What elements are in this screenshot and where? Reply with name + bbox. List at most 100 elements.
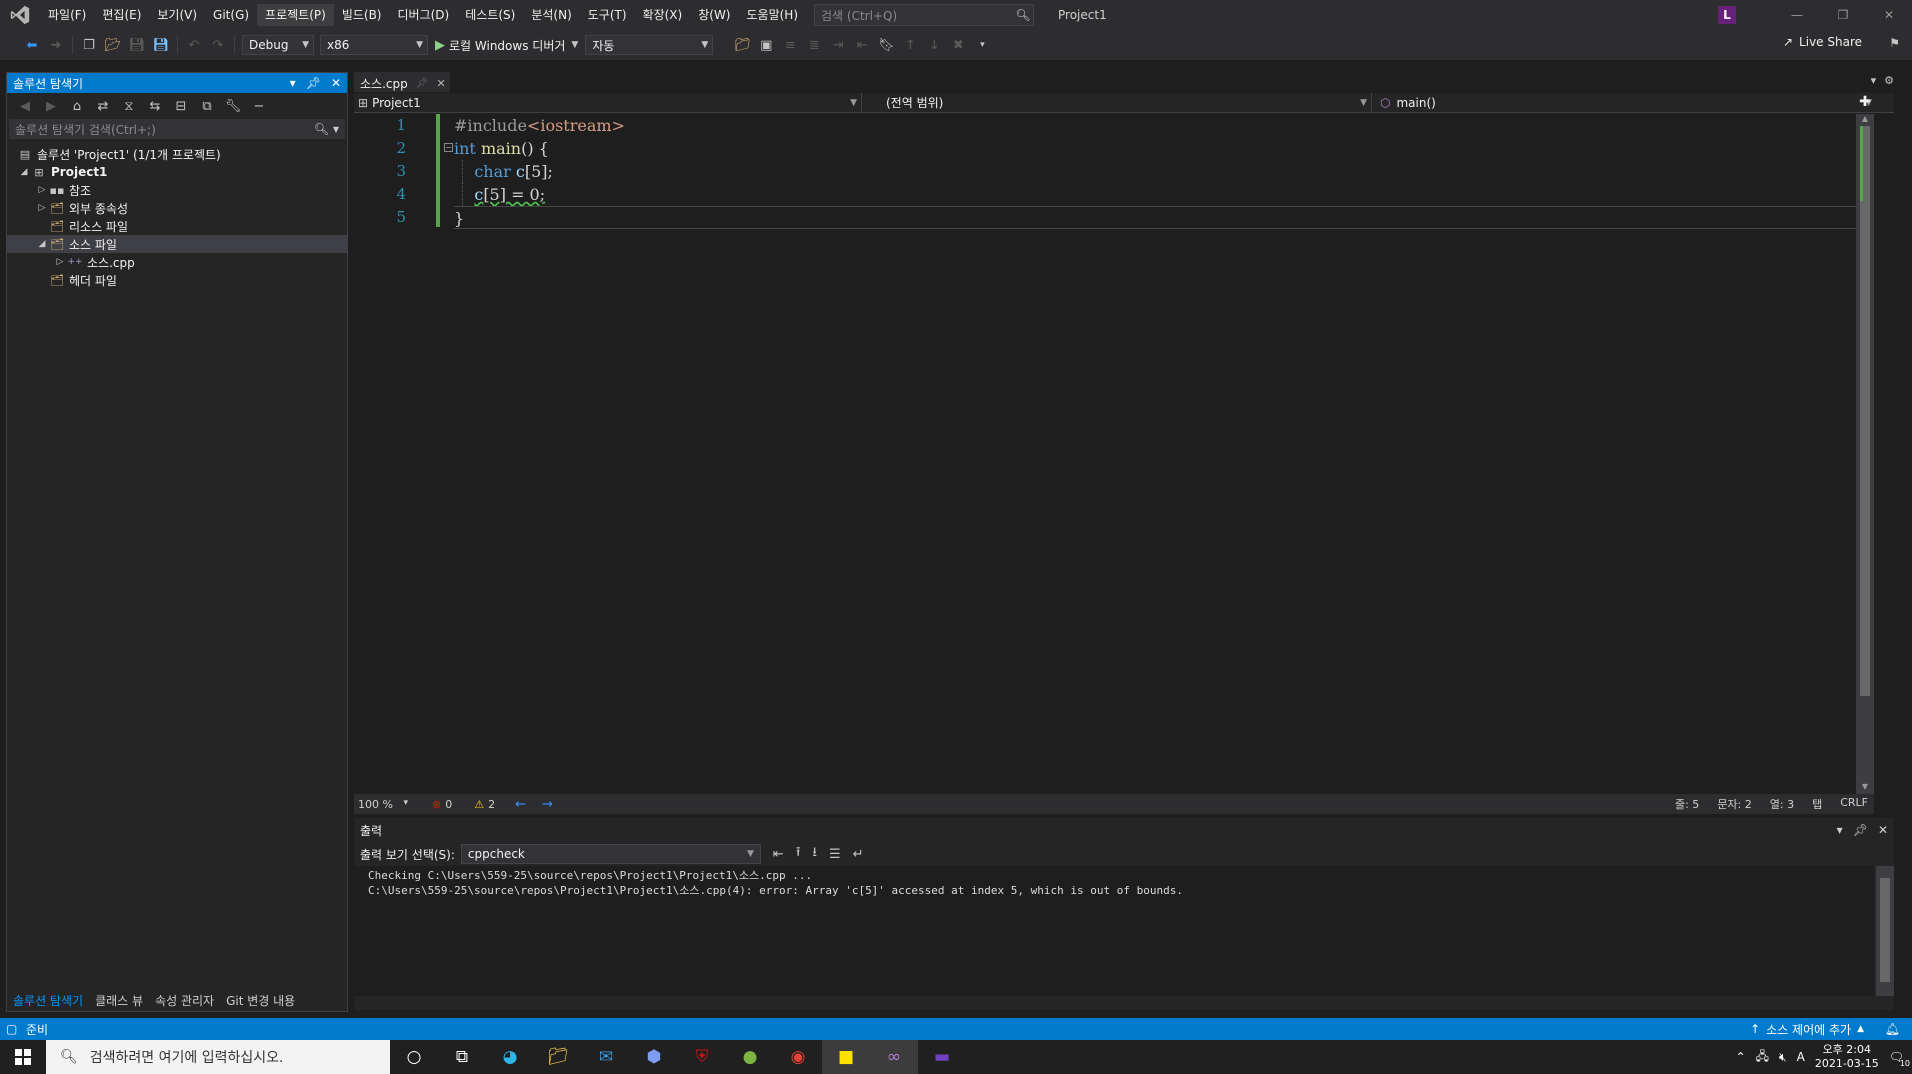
project-nav-select[interactable]: ⊞ Project1 ▼ (354, 92, 862, 113)
tab-list-dropdown-icon[interactable]: ▾ (1871, 74, 1877, 87)
menu-extensions[interactable]: 확장(X) (635, 4, 691, 26)
collapse-outline-icon[interactable]: − (444, 143, 453, 152)
terminal-icon[interactable]: ▬ (918, 1040, 966, 1074)
pin-icon[interactable]: 📌︎ (1853, 823, 1868, 837)
window-position-icon[interactable]: ▾ (290, 76, 296, 90)
input-method-indicator[interactable]: A (1797, 1050, 1805, 1064)
switch-views-icon[interactable]: ⇄ (93, 96, 113, 116)
error-count[interactable]: 0 (445, 798, 452, 811)
member-nav-select[interactable]: ⬡ main() ▼ (1372, 93, 1876, 113)
scrollbar-thumb[interactable] (1860, 126, 1870, 696)
cortana-icon[interactable]: ○ (390, 1040, 438, 1074)
menu-project[interactable]: 프로젝트(P) (257, 4, 334, 26)
find-message-in-code-icon[interactable]: ⇤ (773, 847, 784, 862)
go-to-previous-message-icon[interactable]: ⭱ (796, 843, 801, 865)
folder-icon[interactable]: 📁︎ (732, 35, 752, 55)
expanded-arrow-icon[interactable]: ◢ (35, 239, 49, 249)
taskbar-clock[interactable]: 오후 2:04 2021-03-15 (1815, 1043, 1879, 1071)
start-debugging-button[interactable]: ▶ 로컬 Windows 디버거 ▼ (431, 37, 582, 54)
file-explorer-icon[interactable]: 📁︎ (534, 1040, 582, 1074)
redo-icon[interactable]: ↷ (208, 35, 228, 55)
volume-muted-icon[interactable]: 🔇︎ (1779, 1050, 1787, 1065)
bookmark-icon[interactable]: 🔖︎ (876, 35, 896, 55)
network-icon[interactable]: 🖧︎ (1756, 1047, 1769, 1068)
outdent-icon[interactable]: ⇤ (852, 35, 872, 55)
home-icon[interactable]: ⌂ (67, 96, 87, 116)
collapsed-arrow-icon[interactable]: ▷ (53, 257, 67, 267)
chrome-icon[interactable]: ◉ (774, 1040, 822, 1074)
windows-start-icon[interactable] (0, 1040, 46, 1074)
tree-item-header-files[interactable]: 🗂︎ 헤더 파일 (7, 271, 347, 289)
android-emulator-icon[interactable]: ● (726, 1040, 774, 1074)
show-all-files-icon[interactable]: ⧉ (197, 96, 217, 116)
action-center-icon[interactable]: 🗨︎ 10 (1889, 1050, 1910, 1068)
window-position-icon[interactable]: ▾ (1837, 823, 1843, 837)
new-project-icon[interactable]: ❐ (79, 35, 99, 55)
scroll-down-icon[interactable]: ▼ (1856, 782, 1874, 794)
minimize-button[interactable]: — (1774, 0, 1820, 30)
pin-icon[interactable]: 📌︎ (306, 76, 321, 90)
taskbar-search-input[interactable]: 🔍︎ 검색하려면 여기에 입력하십시오. (46, 1040, 390, 1074)
navigate-forward-icon[interactable]: ➜ (46, 35, 66, 55)
save-icon[interactable]: 💾︎ (127, 35, 147, 55)
pending-changes-filter-icon[interactable]: ⧖ (119, 96, 139, 116)
menu-test[interactable]: 테스트(S) (457, 4, 523, 26)
sync-active-document-icon[interactable]: ⇆ (145, 96, 165, 116)
tree-item-resource-files[interactable]: 🗂︎ 리소스 파일 (7, 217, 347, 235)
tab-source-cpp[interactable]: 소스.cpp 📌︎ ✕ (354, 72, 450, 92)
feedback-icon[interactable]: ⚑ (1889, 36, 1900, 50)
expanded-arrow-icon[interactable]: ◢ (17, 167, 31, 177)
debug-target-select[interactable]: 자동 ▼ (585, 35, 714, 55)
close-icon[interactable]: ✕ (1878, 823, 1888, 837)
save-all-icon[interactable]: 💾︎ (151, 35, 171, 55)
clear-bookmarks-icon[interactable]: ✖ (948, 35, 968, 55)
editor-vertical-scrollbar[interactable]: ▲ ▼ (1856, 114, 1874, 794)
tab-property-manager[interactable]: 속성 관리자 (149, 992, 220, 1009)
warning-squiggle[interactable]: c[5] = 0; (474, 185, 545, 204)
prev-bookmark-icon[interactable]: ↑ (900, 35, 920, 55)
clear-all-icon[interactable]: ☰ (829, 847, 841, 862)
menu-build[interactable]: 빌드(B) (334, 4, 390, 26)
warning-icon[interactable]: ⚠ (474, 798, 484, 811)
line-ending[interactable]: CRLF (1840, 796, 1868, 812)
close-window-button[interactable]: ✕ (1866, 0, 1912, 30)
restore-button[interactable]: ❐ (1820, 0, 1866, 30)
menu-tools[interactable]: 도구(T) (580, 4, 635, 26)
show-hidden-icons-icon[interactable]: ⌃ (1736, 1050, 1746, 1064)
solution-explorer-search-input[interactable]: 솔루션 탐색기 검색(Ctrl+;) 🔍︎ ▾ (9, 119, 345, 139)
close-tab-icon[interactable]: ✕ (436, 77, 445, 90)
screenshot-icon[interactable]: ▣ (756, 35, 776, 55)
account-avatar[interactable]: L (1718, 6, 1736, 24)
tree-item-project[interactable]: ◢ ⊞ Project1 (7, 163, 347, 181)
menu-debug[interactable]: 디버그(D) (390, 4, 458, 26)
go-to-next-message-icon[interactable]: ⭳ (812, 843, 817, 865)
indent-mode[interactable]: 탭 (1812, 796, 1822, 812)
preview-selected-icon[interactable]: − (249, 96, 269, 116)
settings-gear-icon[interactable]: ⚙ (1884, 74, 1894, 87)
mcafee-icon[interactable]: ⛨ (678, 1040, 726, 1074)
solution-configuration-select[interactable]: Debug ▼ (242, 35, 314, 55)
comment-out-icon[interactable]: ≡ (780, 35, 800, 55)
tab-git-changes[interactable]: Git 변경 내용 (220, 992, 301, 1009)
menu-window[interactable]: 창(W) (690, 4, 738, 26)
collapsed-arrow-icon[interactable]: ▷ (35, 203, 49, 213)
task-view-icon[interactable]: ⧉ (438, 1040, 486, 1074)
back-icon[interactable]: ◀ (15, 96, 35, 116)
mail-icon[interactable]: ✉ (582, 1040, 630, 1074)
scrollbar-thumb[interactable] (1880, 878, 1890, 982)
output-source-select[interactable]: cppcheck ▼ (460, 844, 761, 864)
tree-item-solution[interactable]: ▤ 솔루션 'Project1' (1/1개 프로젝트) (7, 145, 347, 163)
collapse-all-icon[interactable]: ⊟ (171, 96, 191, 116)
warning-count[interactable]: 2 (488, 798, 495, 811)
tree-item-source-cpp[interactable]: ▷ ++ 소스.cpp (7, 253, 347, 271)
menu-file[interactable]: 파일(F) (40, 4, 94, 26)
add-to-source-control-button[interactable]: ↑ 소스 제어에 추가 ▲ (1750, 1021, 1864, 1038)
split-editor-icon[interactable]: ✚ (1856, 94, 1874, 112)
tree-item-source-files[interactable]: ◢ 🗂︎ 소스 파일 (7, 235, 347, 253)
tab-class-view[interactable]: 클래스 뷰 (89, 992, 149, 1009)
tab-solution-explorer[interactable]: 솔루션 탐색기 (7, 992, 89, 1009)
uncomment-icon[interactable]: ≣ (804, 35, 824, 55)
open-file-icon[interactable]: 📂︎ (103, 35, 123, 55)
collapsed-arrow-icon[interactable]: ▷ (35, 185, 49, 195)
toolbar-overflow-icon[interactable]: ▾ (972, 35, 992, 55)
